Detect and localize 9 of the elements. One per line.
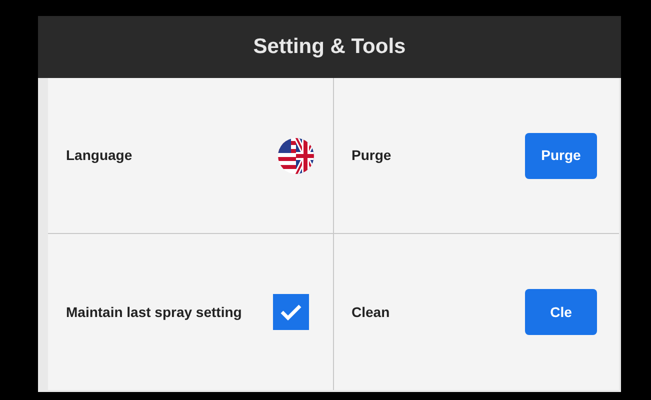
setting-label: Language <box>66 146 132 165</box>
action-button[interactable]: Purge <box>525 132 597 178</box>
checkbox[interactable] <box>272 294 308 330</box>
setting-label: Purge <box>352 146 392 165</box>
check-icon <box>280 303 302 321</box>
setting-label: Clean <box>352 302 390 322</box>
screen-title: Setting & Tools <box>253 34 406 60</box>
action-button[interactable]: Cle <box>525 289 597 335</box>
setting-label: Maintain last spray setting <box>66 302 242 322</box>
